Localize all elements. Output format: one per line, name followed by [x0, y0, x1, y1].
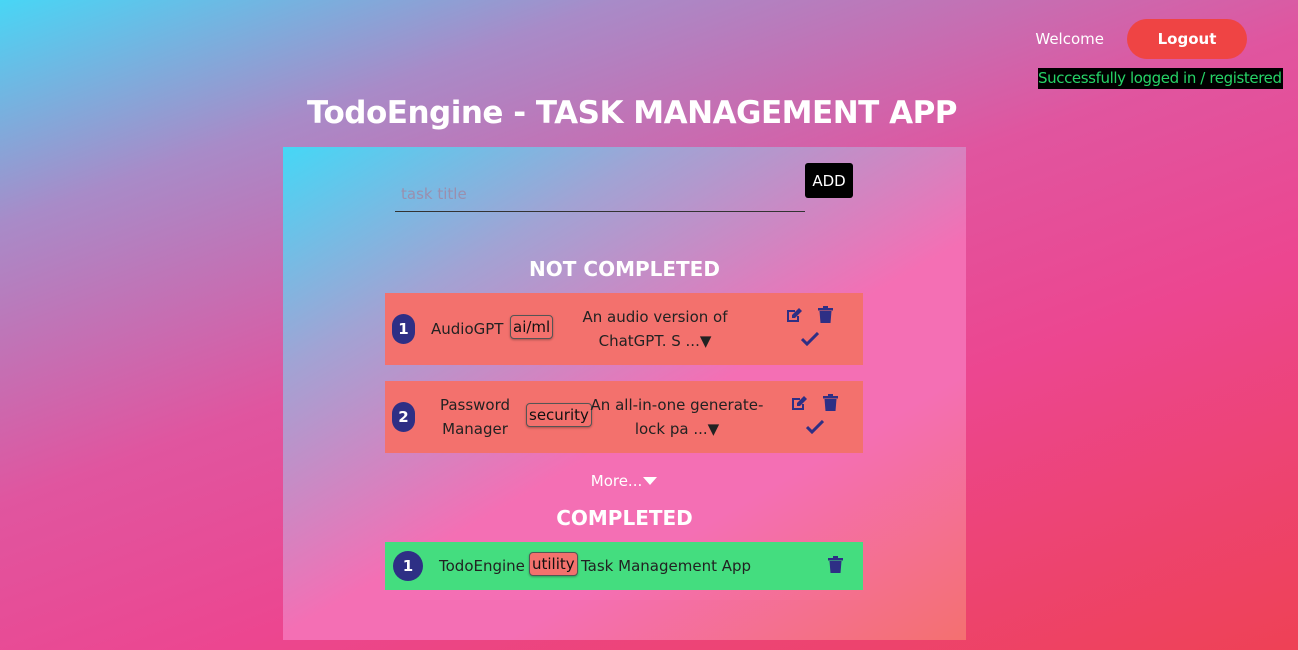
- more-label: More...: [590, 472, 643, 490]
- welcome-text: Welcome: [1035, 30, 1104, 48]
- task-description-line: An all-in-one generate-: [590, 396, 764, 414]
- add-button[interactable]: ADD: [805, 163, 853, 198]
- trash-icon[interactable]: [818, 306, 833, 323]
- completed-heading: COMPLETED: [556, 506, 693, 530]
- logout-button[interactable]: Logout: [1127, 19, 1247, 59]
- trash-icon[interactable]: [828, 556, 843, 573]
- task-description: Task Management App: [581, 557, 752, 575]
- not-completed-heading: NOT COMPLETED: [529, 257, 720, 281]
- task-description-line: ChatGPT. S ...▼: [598, 332, 712, 350]
- task-name: TodoEngine: [439, 557, 525, 575]
- task-description-line: An audio version of: [582, 308, 728, 326]
- page-title: TodoEngine - TASK MANAGEMENT APP: [306, 95, 958, 131]
- login-toast: Successfully logged in / registered.: [1038, 68, 1283, 89]
- task-description[interactable]: An all-in-one generate- lock pa ...▼: [588, 393, 766, 441]
- task-tag: security: [526, 403, 592, 427]
- task-name: AudioGPT: [431, 320, 504, 338]
- task-item: 2 Password Manager security An all-in-on…: [385, 381, 863, 453]
- more-toggle[interactable]: More...: [283, 472, 966, 490]
- task-name: Password Manager: [435, 393, 515, 441]
- todo-card: ADD NOT COMPLETED 1 AudioGPT ai/ml An au…: [283, 147, 966, 640]
- task-description-line: lock pa ...▼: [634, 420, 720, 438]
- caret-down-icon: [643, 477, 658, 485]
- task-description[interactable]: An audio version of ChatGPT. S ...▼: [575, 305, 735, 353]
- task-item: 1 AudioGPT ai/ml An audio version of Cha…: [385, 293, 863, 365]
- task-name-line: Password: [439, 396, 511, 414]
- check-icon[interactable]: [806, 420, 824, 434]
- task-number-badge: 1: [393, 551, 423, 581]
- trash-icon[interactable]: [823, 394, 838, 411]
- task-tag: utility: [529, 552, 578, 576]
- task-number-badge: 2: [392, 402, 415, 432]
- task-item: 1 TodoEngine utility Task Management App: [385, 542, 863, 590]
- task-name-line: Manager: [442, 420, 508, 438]
- task-number-badge: 1: [392, 314, 415, 344]
- task-tag: ai/ml: [510, 315, 554, 339]
- add-task-form: ADD: [395, 163, 855, 213]
- task-title-input[interactable]: [395, 177, 805, 212]
- edit-icon[interactable]: [786, 307, 803, 323]
- top-bar: Welcome Logout: [1035, 19, 1247, 59]
- check-icon[interactable]: [801, 332, 819, 346]
- edit-icon[interactable]: [791, 395, 808, 411]
